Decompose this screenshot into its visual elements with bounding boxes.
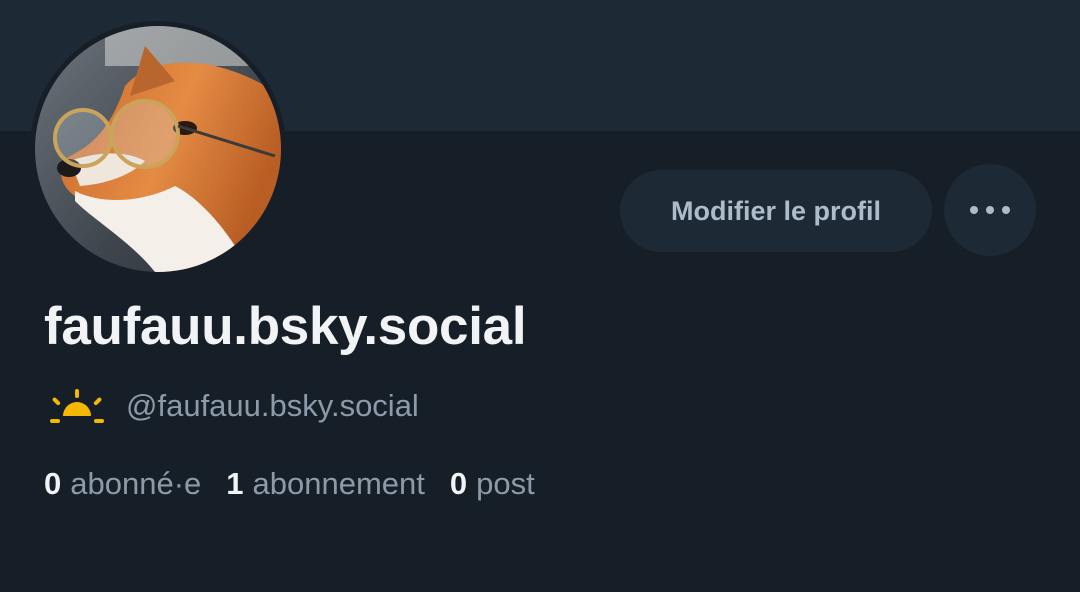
posts-label: post xyxy=(476,466,535,501)
following-label: abonnement xyxy=(252,466,425,501)
avatar[interactable] xyxy=(30,21,286,277)
handle-row: @faufauu.bsky.social xyxy=(46,384,419,428)
followers-stat[interactable]: 0 abonné·e xyxy=(44,466,201,502)
profile-stats: 0 abonné·e 1 abonnement 0 post xyxy=(44,466,560,502)
avatar-fox-image xyxy=(35,26,281,272)
posts-stat: 0 post xyxy=(450,466,535,502)
followers-label: abonné·e xyxy=(70,466,202,501)
following-count: 1 xyxy=(226,466,244,501)
ellipsis-icon xyxy=(966,206,1014,214)
profile-page: Modifier le profil faufauu.bsky.social @… xyxy=(0,0,1080,592)
sunrise-icon xyxy=(50,389,104,423)
display-name: faufauu.bsky.social xyxy=(44,297,527,356)
followers-count: 0 xyxy=(44,466,62,501)
posts-count: 0 xyxy=(449,466,468,501)
edit-profile-button[interactable]: Modifier le profil xyxy=(620,170,932,252)
profile-handle: @faufauu.bsky.social xyxy=(126,388,419,423)
following-stat[interactable]: 1 abonnement xyxy=(226,466,425,502)
more-options-button[interactable] xyxy=(944,164,1036,256)
